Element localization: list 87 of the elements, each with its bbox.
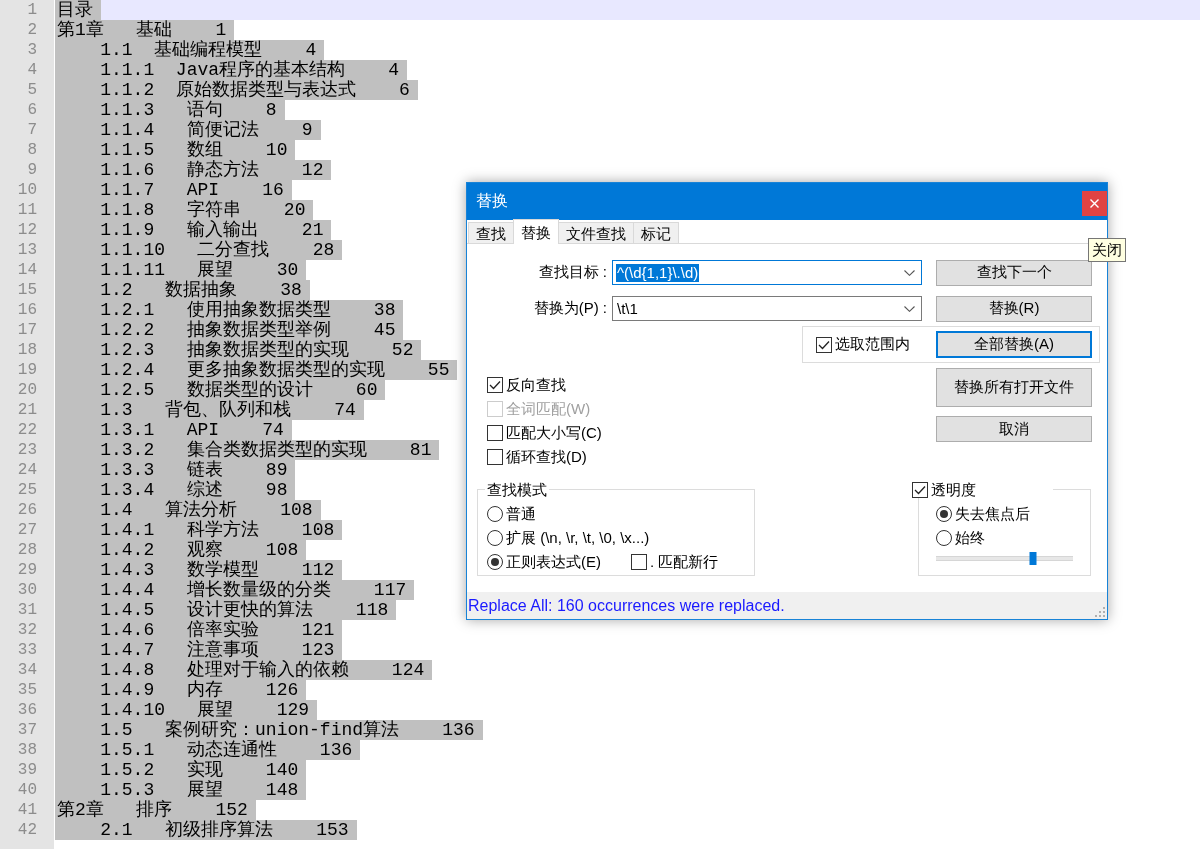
chevron-down-icon bbox=[904, 305, 915, 312]
radio-label[interactable]: 扩展 (\n, \r, \t, \0, \x...) bbox=[506, 528, 650, 548]
radio-label[interactable]: 普通 bbox=[506, 504, 536, 524]
chevron-down-icon bbox=[904, 269, 915, 276]
group-title: 查找模式 bbox=[487, 481, 547, 498]
combo-box[interactable]: ^(\d{1,1}\.\d) bbox=[612, 260, 922, 285]
radio-button[interactable] bbox=[487, 530, 503, 546]
line-number: 2 bbox=[27, 20, 37, 40]
line-number: 31 bbox=[17, 600, 37, 620]
checkbox-label[interactable]: 反向查找 bbox=[506, 375, 566, 395]
radio-label[interactable]: 失去焦点后 bbox=[955, 504, 1030, 524]
line-number: 21 bbox=[17, 400, 37, 420]
cancel-button[interactable]: 取消 bbox=[936, 416, 1092, 442]
checkbox-label[interactable]: 匹配大小写(C) bbox=[506, 423, 602, 443]
radio-button[interactable] bbox=[936, 530, 952, 546]
checkbox[interactable] bbox=[487, 425, 503, 441]
radio-button[interactable] bbox=[487, 506, 503, 522]
line-number: 7 bbox=[27, 120, 37, 140]
line-number: 37 bbox=[17, 720, 37, 740]
checkbox-label[interactable]: 透明度 bbox=[931, 481, 976, 498]
dialog-title: 替换 bbox=[476, 191, 508, 211]
tab[interactable]: 替换 bbox=[513, 219, 559, 244]
replace-all-button[interactable]: 全部替换(A) bbox=[936, 331, 1092, 358]
close-button[interactable] bbox=[1082, 190, 1107, 216]
resize-grip-icon[interactable] bbox=[1095, 607, 1105, 617]
slider-thumb[interactable] bbox=[1029, 552, 1037, 565]
line-number: 13 bbox=[17, 240, 37, 260]
line-number: 18 bbox=[17, 340, 37, 360]
line-number: 11 bbox=[17, 200, 37, 220]
replace-button[interactable]: 替换(R) bbox=[936, 295, 1092, 322]
field-label: 替换为(P) : bbox=[533, 299, 607, 318]
line-number: 27 bbox=[17, 520, 37, 540]
radio-button[interactable] bbox=[487, 554, 503, 570]
line-number: 34 bbox=[17, 660, 37, 680]
checkbox[interactable] bbox=[487, 449, 503, 465]
line-number: 24 bbox=[17, 460, 37, 480]
line-number: 39 bbox=[17, 760, 37, 780]
close-tooltip: 关闭 bbox=[1088, 238, 1126, 262]
checkbox[interactable] bbox=[912, 481, 928, 498]
line-number: 10 bbox=[17, 180, 37, 200]
radio-button[interactable] bbox=[936, 506, 952, 522]
line-number: 38 bbox=[17, 740, 37, 760]
line-number: 28 bbox=[17, 540, 37, 560]
checkbox[interactable] bbox=[816, 336, 832, 353]
checkbox-label[interactable]: . 匹配新行 bbox=[650, 552, 719, 572]
field-label: 查找目标 : bbox=[538, 263, 607, 282]
line-number: 41 bbox=[17, 800, 37, 820]
radio-label[interactable]: 正则表达式(E) bbox=[506, 552, 601, 572]
line-number: 12 bbox=[17, 220, 37, 240]
line-number: 29 bbox=[17, 560, 37, 580]
line-number: 36 bbox=[17, 700, 37, 720]
line-number: 8 bbox=[27, 140, 37, 160]
line-number: 16 bbox=[17, 300, 37, 320]
line-number: 33 bbox=[17, 640, 37, 660]
checkbox-label[interactable]: 循环查找(D) bbox=[506, 447, 587, 467]
checkbox[interactable] bbox=[631, 554, 647, 570]
replace-in-all-files-button[interactable]: 替换所有打开文件 bbox=[936, 368, 1092, 407]
line-number: 30 bbox=[17, 580, 37, 600]
line-number: 26 bbox=[17, 500, 37, 520]
line-number: 3 bbox=[27, 40, 37, 60]
line-number: 23 bbox=[17, 440, 37, 460]
line-number: 42 bbox=[17, 820, 37, 840]
line-number: 4 bbox=[27, 60, 37, 80]
line-number: 40 bbox=[17, 780, 37, 800]
find-next-button[interactable]: 查找下一个 bbox=[936, 259, 1092, 286]
checkbox[interactable] bbox=[487, 377, 503, 393]
line-number: 25 bbox=[17, 480, 37, 500]
checkbox-label[interactable]: 选取范围内 bbox=[835, 335, 910, 354]
line-number: 6 bbox=[27, 100, 37, 120]
tab[interactable]: 文件查找 bbox=[558, 222, 634, 243]
line-number: 32 bbox=[17, 620, 37, 640]
tab[interactable]: 标记 bbox=[633, 222, 679, 243]
line-number: 17 bbox=[17, 320, 37, 340]
status-message: Replace All: 160 occurrences were replaced. bbox=[467, 596, 785, 615]
line-number: 5 bbox=[27, 80, 37, 100]
close-icon bbox=[1090, 198, 1099, 208]
line-number: 14 bbox=[17, 260, 37, 280]
line-number: 19 bbox=[17, 360, 37, 380]
line-number: 35 bbox=[17, 680, 37, 700]
line-number: 20 bbox=[17, 380, 37, 400]
radio-label[interactable]: 始终 bbox=[955, 528, 985, 548]
line-number: 1 bbox=[27, 0, 37, 20]
tab[interactable]: 查找 bbox=[468, 222, 514, 243]
line-number: 9 bbox=[27, 160, 37, 180]
line-number: 22 bbox=[17, 420, 37, 440]
combo-box[interactable]: \t\1 bbox=[612, 296, 922, 321]
line-number: 15 bbox=[17, 280, 37, 300]
